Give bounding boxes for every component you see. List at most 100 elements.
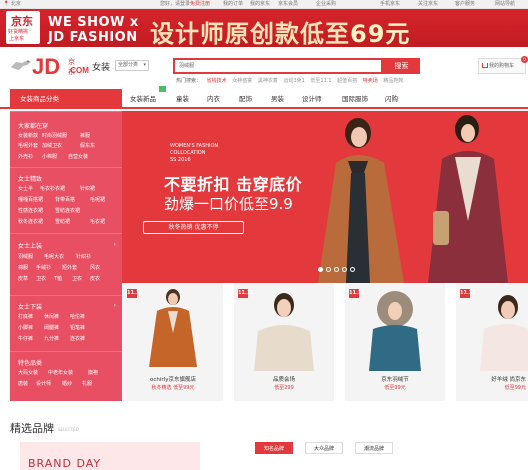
sidebar-link[interactable]: 打底裤 xyxy=(18,313,33,320)
sidebar-link[interactable]: 裤服 xyxy=(80,132,90,139)
login-link[interactable]: 您好，请登录 xyxy=(160,1,190,8)
sidebar-link[interactable]: 礼服 xyxy=(82,380,92,387)
tab-trendy-brands[interactable]: 潮流品牌 xyxy=(355,442,393,454)
sidebar-link[interactable]: 皮草 xyxy=(18,275,28,282)
sidebar-link[interactable]: 背带百搭 xyxy=(55,196,75,203)
hot-word[interactable]: 运动3免1 xyxy=(283,78,304,84)
carousel-dot[interactable] xyxy=(350,267,355,272)
carousel-dot[interactable] xyxy=(342,267,347,272)
sidebar-link[interactable]: 毛衣裙 xyxy=(90,218,105,225)
carousel-dot[interactable] xyxy=(326,267,331,272)
topbar-link-enterprise[interactable]: 企业采购 xyxy=(316,1,336,8)
topbar-link-orders[interactable]: 我的订单 xyxy=(223,1,243,8)
sidebar-section-title[interactable]: 女士精致 xyxy=(18,174,42,183)
nav-item-kids[interactable]: 童装 xyxy=(176,89,189,109)
carousel-dot[interactable] xyxy=(334,267,339,272)
nav-item-menswear[interactable]: 男装 xyxy=(271,89,284,109)
sidebar-link[interactable]: 连衣裤 xyxy=(70,335,85,342)
sidebar-link[interactable]: 针织裙 xyxy=(80,185,95,192)
sidebar-link[interactable]: 假东东 xyxy=(80,142,95,149)
nav-item-accessories[interactable]: 配饰 xyxy=(239,89,252,109)
carousel-dot[interactable] xyxy=(318,267,323,272)
nav-category-title[interactable]: 女装商品分类 xyxy=(10,89,122,109)
sidebar-link[interactable]: 雪纺裙 xyxy=(55,218,70,225)
sidebar-section-title[interactable]: 特色品类 xyxy=(18,358,42,367)
sidebar-link[interactable]: 秋冬连衣裙 xyxy=(18,218,43,225)
sidebar-link[interactable]: 皮衣 xyxy=(90,275,100,282)
sidebar-link[interactable]: 哈伦裤 xyxy=(70,313,85,320)
sidebar-link[interactable]: 时尚羽绒服 xyxy=(42,132,67,139)
hot-word[interactable]: 特卖场 xyxy=(363,78,378,84)
sidebar-link[interactable]: 针织衫 xyxy=(76,253,91,260)
sidebar-link[interactable]: 卫衣 xyxy=(36,275,46,282)
sidebar-link[interactable]: 婚纱 xyxy=(62,380,72,387)
hero-cta-button[interactable]: 秋冬热销 优惠不停 xyxy=(143,221,244,234)
sidebar-link[interactable]: 短外套 xyxy=(62,264,77,271)
sidebar-link[interactable]: 棉服 xyxy=(18,264,28,271)
sidebar-link[interactable]: 雪纺连衣裙 xyxy=(55,207,80,214)
location-label[interactable]: 📍 北京 xyxy=(3,1,21,8)
hot-word[interactable]: 超值百搭 xyxy=(337,78,357,84)
search-input[interactable]: 羽绒服 xyxy=(173,58,383,74)
sidebar-link[interactable]: 唐装 xyxy=(18,380,28,387)
promo-banner[interactable]: 京东 好货精挑 上京东 WE SHOW x JD FASHION 设计师原创款低… xyxy=(0,9,528,48)
hot-word[interactable]: 女神盛宴 xyxy=(232,78,252,84)
sidebar-link[interactable]: 小棉服 xyxy=(42,153,57,160)
sidebar-link[interactable]: 性感连衣裙 xyxy=(18,207,43,214)
sidebar-link[interactable]: 卫衣 xyxy=(72,275,82,282)
sidebar-link[interactable]: 女装新款 xyxy=(18,132,38,139)
topbar-link-follow[interactable]: 关注京东 xyxy=(418,1,438,8)
nav-item-designer[interactable]: 设计师 xyxy=(302,89,322,109)
sidebar-link[interactable]: 加绒卫衣 xyxy=(42,142,62,149)
topbar-link-member[interactable]: 京东会员 xyxy=(278,1,298,8)
sidebar-link[interactable]: 旗袍 xyxy=(88,369,98,376)
sidebar-link[interactable]: 大码女装 xyxy=(18,369,38,376)
sidebar-link[interactable]: 小脚裤 xyxy=(18,324,33,331)
sidebar-link[interactable]: 女士半 xyxy=(18,185,33,192)
brand-day-banner[interactable]: BRAND DAY xyxy=(20,442,200,470)
topbar-link-sitemap[interactable]: 网站导航 xyxy=(495,1,515,8)
nav-item-underwear[interactable]: 内衣 xyxy=(207,89,220,109)
sidebar-link[interactable]: 风衣 xyxy=(90,264,100,271)
hot-word[interactable]: 省钱技术 xyxy=(207,78,227,84)
product-card[interactable]: 11.11 品质会场 低至299 xyxy=(234,283,334,401)
register-link[interactable]: 免费注册 xyxy=(190,1,210,8)
sidebar-link[interactable]: 毛呢外套 xyxy=(18,142,38,149)
sidebar-link[interactable]: 毛呢裙 xyxy=(90,196,105,203)
sidebar-link[interactable]: T恤 xyxy=(54,275,62,282)
sidebar-link[interactable]: 自营女装 xyxy=(68,153,88,160)
sidebar-section-title[interactable]: 女士上装 xyxy=(18,241,42,250)
sidebar-link[interactable]: 毛呢大衣 xyxy=(44,253,64,260)
sidebar-section-title[interactable]: 大家都在穿 xyxy=(18,121,48,130)
sidebar-link[interactable]: 嘎嘎百搭裙 xyxy=(18,196,43,203)
sidebar-link[interactable]: 休闲裤 xyxy=(44,313,59,320)
sidebar-link[interactable]: 毛衣衫衣裙 xyxy=(40,185,65,192)
product-card[interactable]: 11.11 ochirly京东旗舰店 秋冬精选 低至99元 xyxy=(123,283,223,401)
sidebar-link[interactable]: 中老年女装 xyxy=(48,369,73,376)
product-card[interactable]: 11.11 京东羽绒节 低至99元 xyxy=(345,283,445,401)
sidebar-section-title[interactable]: 女士下装 xyxy=(18,302,42,311)
sidebar-link[interactable]: 外壳衫 xyxy=(18,153,33,160)
sidebar-link[interactable]: 手绒衫 xyxy=(36,264,51,271)
category-select[interactable]: 全部分类 ▾ xyxy=(115,60,149,71)
topbar-link-service[interactable]: 客户服务 xyxy=(455,1,475,8)
sidebar-link[interactable]: 牛仔裤 xyxy=(18,335,33,342)
sidebar-link[interactable]: 九分裤 xyxy=(44,335,59,342)
topbar-link-myjd[interactable]: 我的京东 xyxy=(250,1,270,8)
sidebar-link[interactable]: 阔腿裤 xyxy=(44,324,59,331)
cart-button[interactable]: 我的购物车 0 xyxy=(478,56,528,74)
nav-item-flash[interactable]: 闪购 xyxy=(385,89,398,109)
sidebar-link[interactable]: 设计师 xyxy=(36,380,51,387)
hot-word[interactable]: 精品鞋靴 xyxy=(383,78,403,84)
search-button[interactable]: 搜索 xyxy=(383,58,420,74)
hot-word[interactable]: 黑神衣着 xyxy=(258,78,278,84)
tab-famous-brands[interactable]: 知名品牌 xyxy=(255,442,293,454)
nav-item-new[interactable]: 女装新品 xyxy=(130,89,156,109)
product-card[interactable]: 11.11 好羊绒 尚京东 低至99元 xyxy=(456,283,528,401)
sidebar-link[interactable]: 铅笔裤 xyxy=(70,324,85,331)
nav-item-intl[interactable]: 国际服饰 xyxy=(342,89,368,109)
sidebar-link[interactable]: 羽绒服 xyxy=(18,253,33,260)
tab-mass-brands[interactable]: 大众品牌 xyxy=(305,442,343,454)
hot-word[interactable]: 低至11.1 xyxy=(310,78,331,84)
topbar-link-mobile[interactable]: 手机京东 xyxy=(380,1,400,8)
